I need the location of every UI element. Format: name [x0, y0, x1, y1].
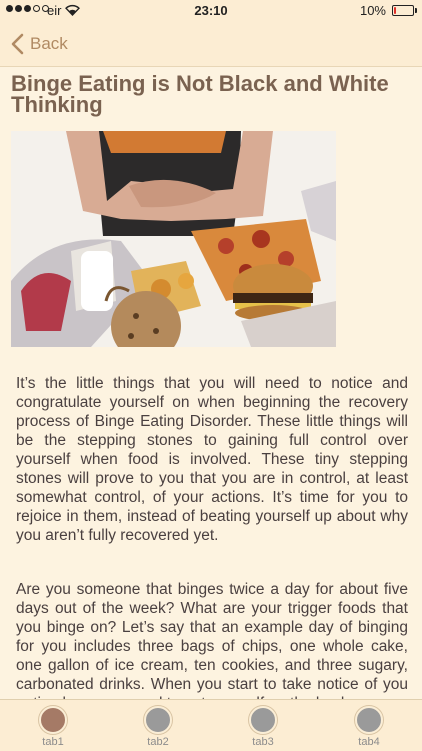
tab4-icon: [355, 706, 383, 734]
tab-1[interactable]: tab1: [18, 700, 88, 751]
tab-2[interactable]: tab2: [123, 700, 193, 751]
article-paragraph: Are you someone that binges twice a day …: [16, 581, 408, 699]
tab-label: tab3: [252, 736, 274, 748]
tab-label: tab1: [42, 736, 64, 748]
tab-bar: tab1 tab2 tab3 tab4: [0, 699, 422, 751]
tab3-icon: [249, 706, 277, 734]
binge-food-illustration: [11, 131, 336, 347]
back-button[interactable]: Back: [10, 30, 68, 58]
battery-icon: [392, 5, 414, 16]
tab1-icon: [39, 706, 67, 734]
page-title: Binge Eating is Not Black and White Thin…: [11, 71, 389, 117]
hero-image: [11, 131, 336, 347]
tab-label: tab4: [358, 736, 380, 748]
tab-3[interactable]: tab3: [228, 700, 298, 751]
back-label: Back: [30, 34, 68, 53]
status-bar: eir 23:10 10%: [0, 0, 422, 22]
tab-label: tab2: [147, 736, 169, 748]
article-content[interactable]: Binge Eating is Not Black and White Thin…: [0, 67, 422, 699]
chevron-left-icon: [11, 33, 24, 55]
tab-4[interactable]: tab4: [334, 700, 404, 751]
battery-percent: 10%: [359, 3, 386, 18]
navigation-bar: Back: [0, 22, 422, 67]
clock-time: 23:10: [194, 3, 228, 18]
article-paragraph: It’s the little things that you will nee…: [16, 375, 408, 544]
battery-level: [394, 7, 396, 14]
tab2-icon: [144, 706, 172, 734]
